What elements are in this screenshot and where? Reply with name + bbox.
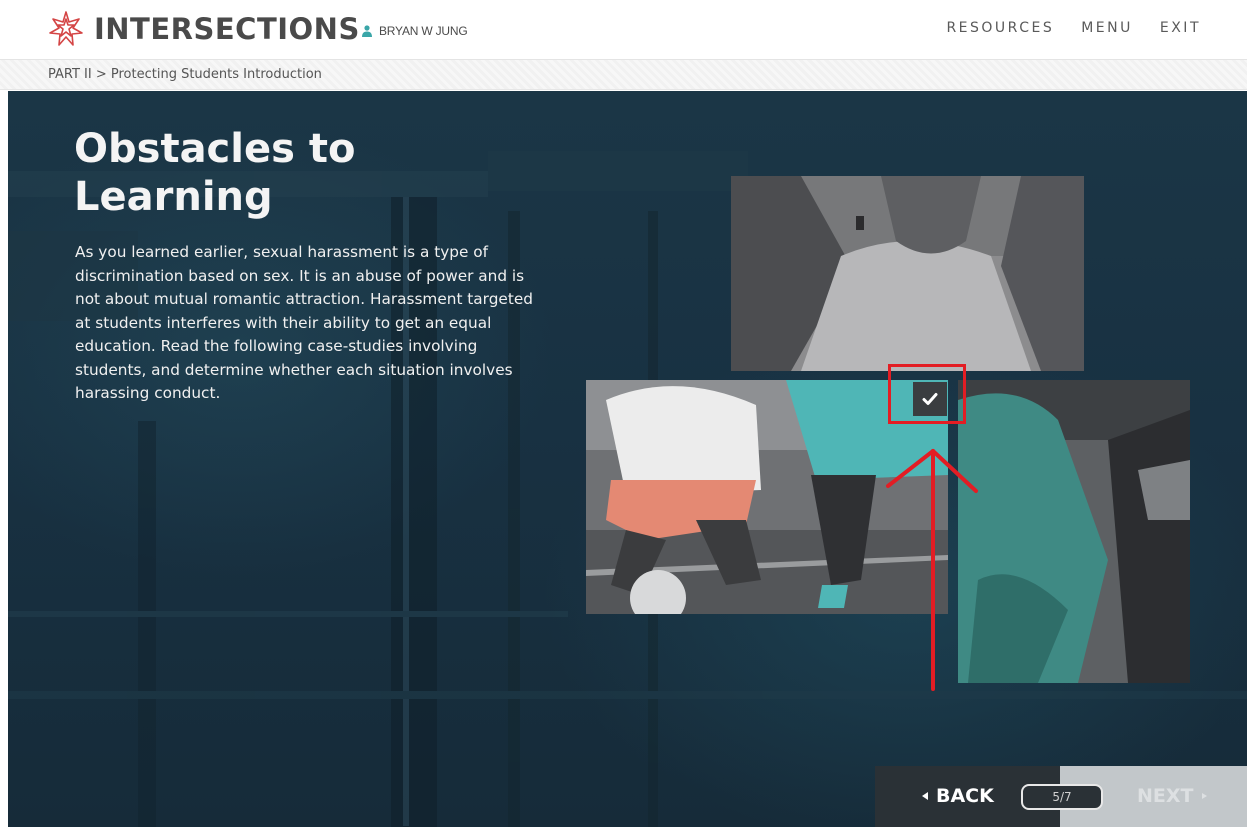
back-label: BACK: [936, 785, 994, 807]
case-study-image-soccer[interactable]: [586, 380, 948, 614]
breadcrumb: PART II > Protecting Students Introducti…: [48, 67, 322, 82]
case-study-illustration-soccer: [586, 380, 948, 614]
user-info: BRYAN W JUNG: [362, 24, 468, 38]
case-study-illustration-right: [958, 380, 1190, 683]
case-study-image-right[interactable]: [958, 380, 1190, 683]
intro-text: As you learned earlier, sexual harassmen…: [75, 243, 533, 402]
nav-menu-link[interactable]: MENU: [1081, 20, 1133, 36]
completed-check-button[interactable]: [913, 382, 947, 416]
bottom-navigation: BACK 5/7 NEXT: [875, 766, 1247, 827]
page-indicator: 5/7: [1021, 784, 1103, 810]
intersections-logo-icon: [49, 11, 83, 46]
user-name: BRYAN W JUNG: [379, 24, 468, 38]
nav-resources-link[interactable]: RESOURCES: [946, 20, 1054, 36]
checkmark-icon: [922, 393, 938, 405]
case-study-image-top[interactable]: [731, 176, 1084, 371]
back-button[interactable]: BACK: [922, 785, 994, 807]
user-icon: [362, 25, 372, 37]
page-indicator-label: 5/7: [1052, 790, 1072, 804]
next-label: NEXT: [1137, 785, 1194, 807]
breadcrumb-bar: PART II > Protecting Students Introducti…: [0, 60, 1247, 90]
back-arrow-icon: [922, 792, 928, 800]
next-arrow-icon: [1201, 793, 1207, 799]
case-study-illustration-top: [731, 176, 1084, 371]
next-button[interactable]: NEXT: [1137, 785, 1207, 807]
content-stage: Obstacles to Learning As you learned ear…: [8, 91, 1247, 827]
nav-exit-link[interactable]: EXIT: [1160, 20, 1201, 36]
top-nav: RESOURCES MENU EXIT: [946, 20, 1201, 36]
brand-name: INTERSECTIONS: [94, 12, 360, 46]
top-bar: INTERSECTIONS BRYAN W JUNG RESOURCES MEN…: [0, 0, 1247, 60]
page-title: Obstacles to Learning: [74, 126, 356, 220]
brand[interactable]: INTERSECTIONS: [46, 9, 360, 49]
